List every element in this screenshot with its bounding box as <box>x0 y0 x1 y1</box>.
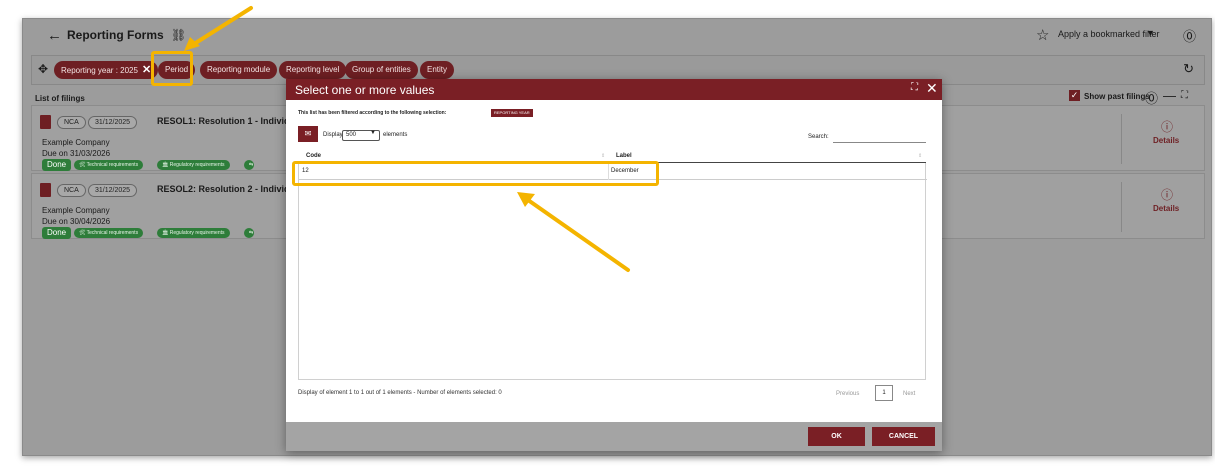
annotation-arrowhead <box>184 37 200 51</box>
annotation-arrows <box>184 6 630 272</box>
annotation-arrow-line <box>192 6 253 46</box>
annotation-arrow-line <box>526 198 630 272</box>
